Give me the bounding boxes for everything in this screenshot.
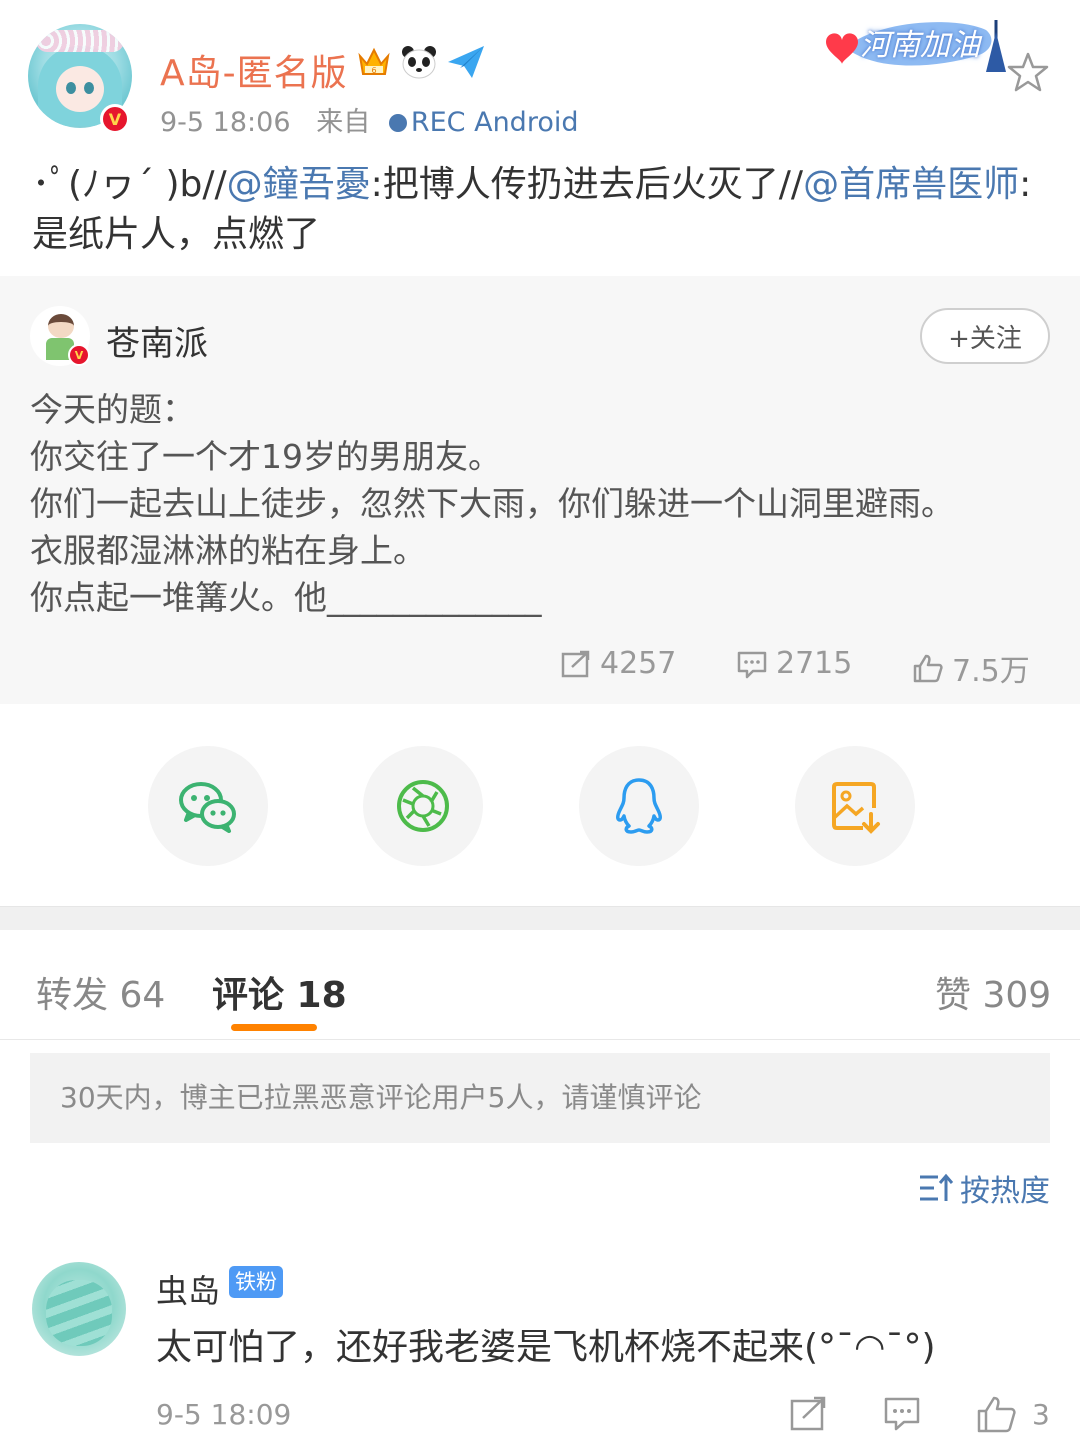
commenter-name[interactable]: 虫岛 <box>156 1266 220 1312</box>
comment-icon <box>737 651 767 678</box>
panda-icon[interactable] <box>400 44 438 80</box>
original-repost-stat[interactable]: 4257 <box>560 646 676 681</box>
source-dot-icon <box>388 114 407 132</box>
share-wechat-button[interactable] <box>148 746 268 866</box>
qq-icon <box>616 778 662 834</box>
svg-text:6: 6 <box>371 66 376 75</box>
quoted-original-post[interactable]: V 苍南派 +关注 今天的题： 你交往了一个才19岁的男朋友。 你们一起去山上徒… <box>0 276 1080 704</box>
henan-badge-text: 河南加油 <box>860 28 980 63</box>
comment-like-icon[interactable] <box>976 1394 1016 1434</box>
active-tab-indicator <box>231 1024 317 1031</box>
original-post-body: 今天的题： 你交往了一个才19岁的男朋友。 你们一起去山上徒步，忽然下大雨，你们… <box>30 386 1050 621</box>
post-header: V A岛-匿名版 6 9-5 18:06 来自 REC Android 河南加油 <box>0 0 1080 150</box>
sort-icon <box>920 1173 954 1201</box>
interaction-tabs: 转发 64 评论 18 赞 309 <box>0 930 1080 1040</box>
post-time: 9-5 18:06 <box>160 107 291 138</box>
favorite-star-icon[interactable] <box>1006 50 1050 94</box>
comment-like-count: 3 <box>1032 1398 1050 1431</box>
comment-text[interactable]: 太可怕了，还好我老婆是飞机杯烧不起来(°ˉ◠ˉ°) <box>156 1318 936 1370</box>
original-author-name[interactable]: 苍南派 <box>106 316 208 365</box>
paper-plane-icon[interactable] <box>446 44 486 80</box>
thumbs-up-icon <box>913 654 943 683</box>
repost-icon <box>561 650 590 677</box>
moments-icon <box>397 780 449 832</box>
original-line: 你们一起去山上徒步，忽然下大雨，你们躲进一个山洞里避雨。 <box>30 484 954 523</box>
original-line: 你交往了一个才19岁的男朋友。 <box>30 437 501 476</box>
original-comment-stat[interactable]: 2715 <box>736 646 852 681</box>
wechat-icon <box>179 782 236 833</box>
comment-repost-icon[interactable] <box>788 1394 828 1434</box>
repost-text: ･ﾟ(ﾉヮ´ )b//@鐘吾憂:把博人传扔进去后火灭了//@首席兽医师:是纸片人… <box>32 160 1042 260</box>
repost-count: 4257 <box>600 646 677 681</box>
author-username[interactable]: A岛-匿名版 <box>160 44 348 96</box>
verified-badge-icon: V <box>100 104 130 134</box>
fan-badge: 铁粉 <box>229 1266 283 1298</box>
share-qq-button[interactable] <box>579 746 699 866</box>
section-divider <box>0 906 1080 930</box>
post-source[interactable]: REC Android <box>411 107 579 138</box>
comment-count: 2715 <box>776 646 853 681</box>
mention-link[interactable]: @首席兽医师 <box>803 164 1019 205</box>
original-like-stat[interactable]: 7.5万 <box>912 646 1030 690</box>
save-image-button[interactable] <box>795 746 915 866</box>
member-badges: 6 <box>356 44 486 80</box>
from-label: 来自 <box>316 107 371 138</box>
sort-by-hot-button[interactable]: 按热度 <box>918 1166 1050 1210</box>
comment-notice: 30天内，博主已拉黑恶意评论用户5人，请谨慎评论 <box>30 1053 1050 1143</box>
post-meta: 9-5 18:06 来自 REC Android <box>160 100 579 139</box>
crown-vip-icon[interactable]: 6 <box>356 44 392 80</box>
original-line: 你点起一堆篝火。他_____________ <box>30 578 542 617</box>
tab-comments[interactable]: 评论 18 <box>212 966 347 1018</box>
like-count: 7.5万 <box>952 654 1030 689</box>
sort-label: 按热度 <box>960 1174 1050 1209</box>
commenter-avatar[interactable] <box>32 1262 126 1356</box>
verified-badge-icon: V <box>68 344 90 366</box>
mention-link[interactable]: @鐘吾憂 <box>227 164 371 205</box>
share-row <box>0 704 1080 908</box>
repost-prefix: ･ﾟ(ﾉヮ´ )b// <box>32 164 227 205</box>
original-line: 衣服都湿淋淋的粘在身上。 <box>30 531 426 570</box>
save-image-icon <box>832 782 880 834</box>
comment-reply-icon[interactable] <box>882 1394 922 1434</box>
original-line: 今天的题： <box>30 390 195 429</box>
share-moments-button[interactable] <box>363 746 483 866</box>
follow-button[interactable]: +关注 <box>920 308 1050 364</box>
tab-reposts[interactable]: 转发 64 <box>36 966 165 1018</box>
tab-likes[interactable]: 赞 309 <box>935 966 1051 1018</box>
repost-segment: :把博人传扔进去后火灭了// <box>370 164 804 205</box>
comment-time: 9-5 18:09 <box>156 1398 292 1431</box>
